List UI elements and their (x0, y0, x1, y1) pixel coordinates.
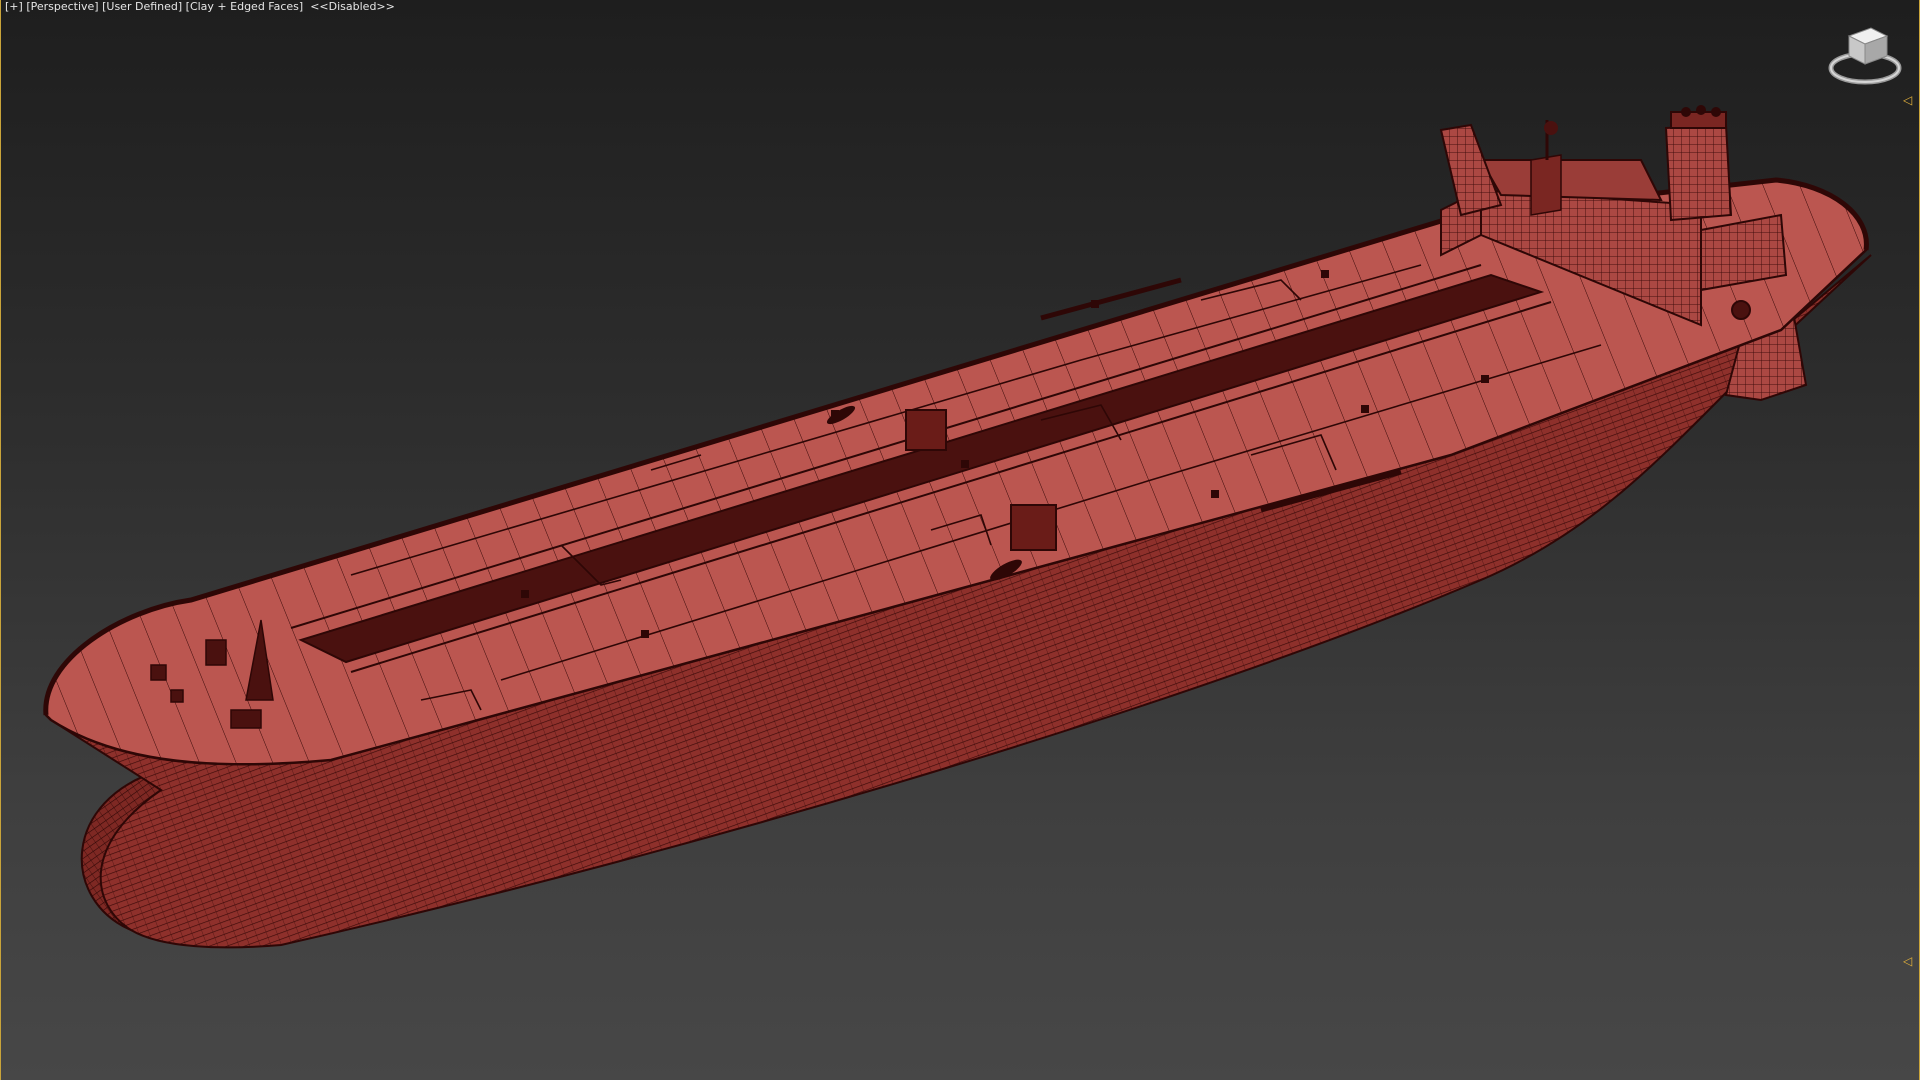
viewport-general-menu[interactable]: [+] (5, 0, 23, 13)
top-range-marker-icon: ◁ (1903, 93, 1913, 107)
viewport-point-of-view-menu[interactable]: [Perspective] (26, 0, 98, 13)
viewport-shading-menu[interactable]: [Clay + Edged Faces] (186, 0, 304, 13)
manifold-fwd (905, 409, 947, 451)
manifold-aft (1010, 504, 1057, 551)
perspective-viewport[interactable]: [+] [Perspective] [User Defined] [Clay +… (0, 0, 1920, 1080)
viewport-label: [+] [Perspective] [User Defined] [Clay +… (5, 0, 395, 13)
aft-winch (1731, 300, 1751, 320)
ship-model-render (43, 105, 1872, 949)
viewport-disabled-menu[interactable]: <<Disabled>> (310, 0, 395, 13)
funnel (1664, 105, 1733, 222)
viewport-user-defined-menu[interactable]: [User Defined] (102, 0, 182, 13)
bottom-range-marker-icon: ◁ (1903, 954, 1913, 968)
viewcube-icon[interactable] (1825, 22, 1905, 88)
